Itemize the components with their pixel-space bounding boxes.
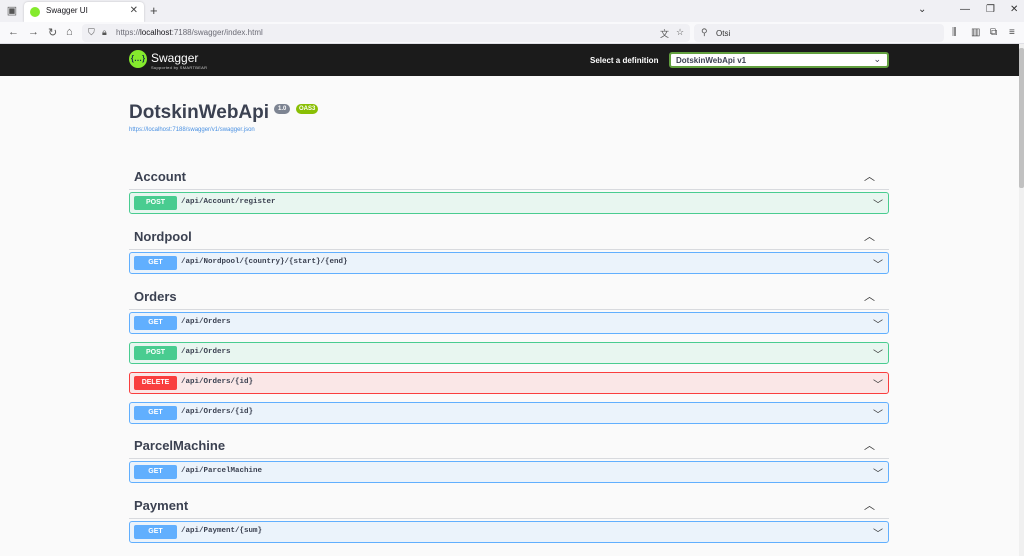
tag-title: Orders [134,289,177,304]
operation-get-payment[interactable]: GET /api/Payment/{sum} ﹀ [129,521,889,543]
swagger-logo-icon[interactable]: {…} [129,50,147,68]
operation-path: /api/Nordpool/{country}/{start}/{end} [181,258,348,266]
search-bar[interactable]: ⚲ Otsi [694,24,944,42]
close-window-icon[interactable]: ✕ [1010,4,1018,15]
operation-delete-order[interactable]: DELETE /api/Orders/{id} ﹀ [129,372,889,394]
chevron-up-icon[interactable]: ︿ [864,288,875,304]
method-badge: POST [134,346,177,360]
tab-swagger[interactable]: Swagger UI ✕ [24,2,144,22]
oas-badge: OAS3 [296,104,319,114]
operation-path: /api/Orders [181,318,231,326]
tag-orders[interactable]: Orders ︿ [129,284,889,310]
home-icon[interactable]: ⌂ [66,26,73,38]
translate-icon[interactable]: 文 [660,27,669,40]
tag-account[interactable]: Account ︿ [129,164,889,190]
chevron-down-icon[interactable]: ﹀ [873,465,883,480]
swagger-logo-subtitle: Supported by SMARTBEAR [151,65,208,70]
operation-post-account-register[interactable]: POST /api/Account/register ﹀ [129,192,889,214]
tag-parcelmachine[interactable]: ParcelMachine ︿ [129,433,889,459]
tag-title: ParcelMachine [134,438,226,453]
tag-title: Nordpool [134,229,192,244]
nav-bar: ← → ↻ ⌂ ⛉ 🔒︎ https://localhost:7188/swag… [0,22,1024,44]
operation-path: /api/ParcelMachine [181,467,263,475]
chevron-up-icon[interactable]: ︿ [864,228,875,244]
tab-bar: ▣ Swagger UI ✕ + ⌄ — ❐ ✕ [0,0,1024,22]
operation-get-nordpool[interactable]: GET /api/Nordpool/{country}/{start}/{end… [129,252,889,274]
method-badge: DELETE [134,376,177,390]
url-rest: :7188/swagger/index.html [171,28,263,37]
chevron-up-icon[interactable]: ︿ [864,168,875,184]
menu-icon[interactable]: ≡ [1009,27,1015,38]
tag-title: Payment [134,498,189,513]
operation-path: /api/Payment/{sum} [181,527,263,535]
new-tab-icon[interactable]: + [150,3,158,18]
operation-path: /api/Orders/{id} [181,408,254,416]
chevron-up-icon[interactable]: ︿ [864,497,875,513]
tag-title: Account [134,169,186,184]
chevron-up-icon[interactable]: ︿ [864,437,875,453]
method-badge: GET [134,256,177,270]
chevron-down-icon[interactable]: ﹀ [873,525,883,540]
operation-path: /api/Orders [181,348,231,356]
back-icon[interactable]: ← [8,26,19,38]
tab-overflow-chevron-icon[interactable]: ⌄ [918,4,926,15]
swagger-logo-text[interactable]: Swagger [151,51,198,65]
search-icon: ⚲ [701,27,708,37]
version-badge: 1.0 [274,104,291,114]
minimize-icon[interactable]: — [960,4,970,15]
operation-get-order-by-id[interactable]: GET /api/Orders/{id} ﹀ [129,402,889,424]
shield-icon[interactable]: ⛉ [88,27,95,38]
lock-icon[interactable]: 🔒︎ [102,27,107,38]
method-badge: POST [134,196,177,210]
search-input[interactable]: Otsi [716,29,730,38]
method-badge: GET [134,406,177,420]
operation-get-parcelmachine[interactable]: GET /api/ParcelMachine ﹀ [129,461,889,483]
api-title: DotskinWebApi [129,102,270,123]
operation-path: /api/Account/register [181,198,276,206]
sidebar-icon[interactable]: ▥ [971,27,980,38]
extensions-icon[interactable]: ⧉ [990,27,997,38]
url-host: localhost [140,28,172,37]
definition-select[interactable]: DotskinWebApi v1 ⌄ [669,52,889,68]
tag-nordpool[interactable]: Nordpool ︿ [129,224,889,250]
operation-post-orders[interactable]: POST /api/Orders ﹀ [129,342,889,364]
chevron-down-icon[interactable]: ﹀ [873,316,883,331]
method-badge: GET [134,525,177,539]
library-icon[interactable]: ⫼ [952,27,957,38]
address-bar[interactable]: ⛉ 🔒︎ https://localhost:7188/swagger/inde… [82,24,690,42]
tag-payment[interactable]: Payment ︿ [129,493,889,519]
url-text[interactable]: https://localhost:7188/swagger/index.htm… [116,28,263,37]
chevron-down-icon: ⌄ [873,54,881,64]
reload-icon[interactable]: ↻ [48,26,57,39]
restore-icon[interactable]: ❐ [986,4,995,15]
chevron-down-icon[interactable]: ﹀ [873,406,883,421]
spec-url-link[interactable]: https://localhost:7188/swagger/v1/swagge… [129,127,255,133]
method-badge: GET [134,465,177,479]
forward-icon[interactable]: → [28,26,39,38]
swagger-favicon-icon [30,7,40,17]
chevron-down-icon[interactable]: ﹀ [873,196,883,211]
tab-title: Swagger UI [46,6,88,15]
chevron-down-icon[interactable]: ﹀ [873,256,883,271]
url-prefix: https:// [116,28,141,37]
tab-list-icon[interactable]: ▣ [5,4,19,18]
chevron-down-icon[interactable]: ﹀ [873,346,883,361]
scrollbar-thumb[interactable] [1019,48,1024,188]
bookmark-star-icon[interactable]: ☆ [676,27,684,38]
method-badge: GET [134,316,177,330]
definition-label: Select a definition [590,56,659,65]
operation-path: /api/Orders/{id} [181,378,254,386]
chevron-down-icon[interactable]: ﹀ [873,376,883,391]
operation-get-orders[interactable]: GET /api/Orders ﹀ [129,312,889,334]
definition-value: DotskinWebApi v1 [676,56,747,65]
tab-close-icon[interactable]: ✕ [130,5,138,16]
